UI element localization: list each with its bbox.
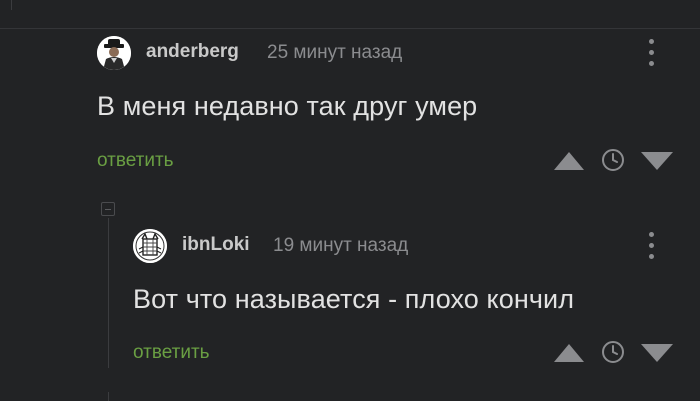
username[interactable]: ibnLoki — [182, 234, 250, 256]
reply-button[interactable]: ответить — [97, 150, 174, 172]
comment-text: Вот что называется - плохо кончил — [133, 284, 575, 314]
vertical-dots-icon[interactable] — [647, 232, 657, 262]
collapse-box-icon[interactable] — [101, 202, 115, 216]
triangle-up-icon[interactable] — [553, 343, 585, 363]
clock-icon[interactable] — [601, 148, 625, 172]
triangle-down-icon[interactable] — [640, 343, 674, 363]
comment-text: В меня недавно так друг умер — [97, 91, 478, 121]
thread-line-bottom — [108, 392, 109, 401]
thread-line-reply — [108, 218, 109, 368]
timestamp: 25 минут назад — [267, 42, 403, 63]
triangle-down-icon[interactable] — [640, 151, 674, 171]
thread-line-top — [11, 0, 12, 10]
man-in-hat-avatar-icon — [97, 36, 131, 70]
clock-icon[interactable] — [601, 340, 625, 364]
timestamp: 19 минут назад — [273, 235, 409, 256]
username[interactable]: anderberg — [146, 41, 239, 63]
top-divider — [0, 28, 700, 29]
avatar[interactable] — [133, 229, 167, 263]
cat-sketch-avatar-icon — [133, 229, 167, 263]
avatar[interactable] — [97, 36, 131, 70]
triangle-up-icon[interactable] — [553, 151, 585, 171]
reply-button[interactable]: ответить — [133, 342, 210, 364]
vertical-dots-icon[interactable] — [647, 39, 657, 69]
